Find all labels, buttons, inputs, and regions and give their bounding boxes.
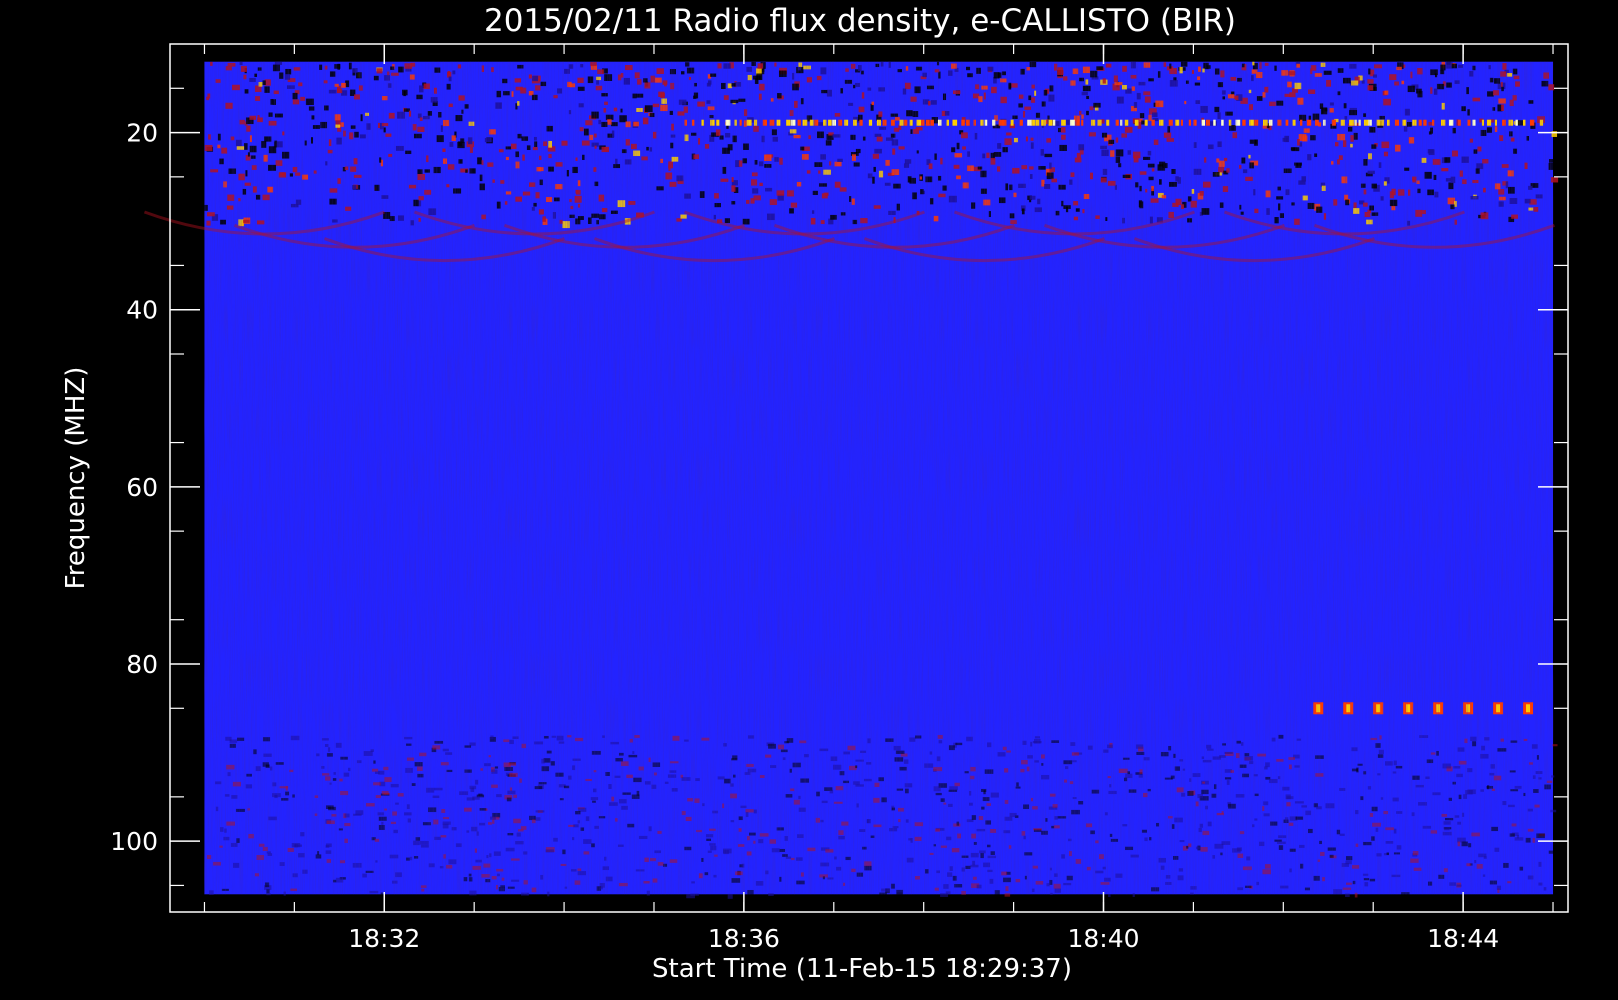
chart-title: 2015/02/11 Radio flux density, e-CALLIST… — [484, 3, 1236, 39]
spectrogram-cell — [727, 893, 733, 899]
y-tick-label: 40 — [126, 296, 158, 325]
x-tick-label: 18:36 — [708, 924, 780, 953]
y-tick-label: 100 — [110, 827, 158, 856]
x-tick-label: 18:44 — [1427, 924, 1499, 953]
y-tick-label: 60 — [126, 473, 158, 502]
plot-area — [143, 61, 1559, 899]
spectrogram-chart: 2015/02/11 Radio flux density, e-CALLIST… — [61, 3, 1569, 984]
spectrogram-cell — [686, 894, 696, 899]
x-tick-label: 18:32 — [348, 924, 420, 953]
y-tick-label: 80 — [126, 650, 158, 679]
x-tick-label: 18:40 — [1067, 924, 1139, 953]
x-axis-label: Start Time (11-Feb-15 18:29:37) — [652, 954, 1072, 984]
spectrogram-cell — [1108, 894, 1111, 898]
y-tick-label: 20 — [126, 119, 158, 148]
y-axis-label: Frequency (MHZ) — [61, 367, 91, 590]
spectrogram-texture — [204, 61, 1554, 895]
spectrogram-cell — [1552, 744, 1558, 747]
